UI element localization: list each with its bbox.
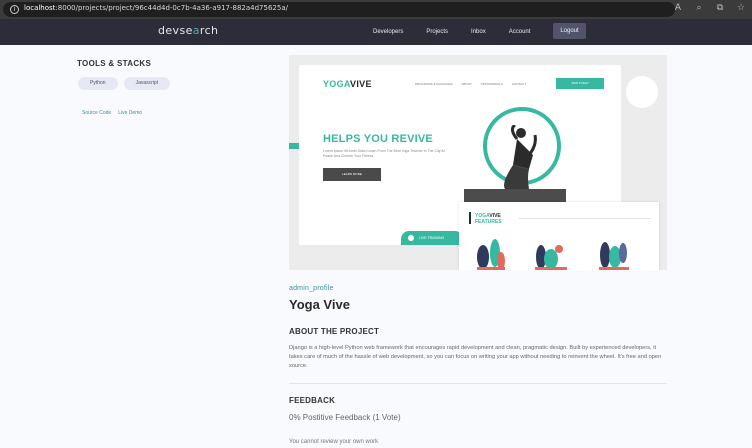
preview-learn-more-button: LEARN MORE	[323, 168, 381, 181]
yoga-figure-icon	[504, 125, 537, 189]
project-preview-image: YOGAVIVE PROGRAMS & PACKAGES ABOUT TESTI…	[289, 55, 667, 270]
decorative-circle	[626, 76, 658, 108]
live-demo-link[interactable]: Live Demo	[118, 110, 142, 116]
nav-account[interactable]: Account	[509, 29, 531, 35]
feedback-score: 0% Postitive Feedback (1 Vote)	[289, 413, 401, 422]
yoga-mat	[464, 189, 566, 203]
tag-javascript: Javascript	[123, 77, 171, 90]
preview-logo: YOGAVIVE	[323, 79, 372, 89]
features-divider	[519, 218, 651, 219]
preview-live-training: LIVE TRAINING	[401, 231, 463, 245]
nav-projects[interactable]: Projects	[426, 29, 448, 35]
preview-nav: PROGRAMS & PACKAGES ABOUT TESTIMONIALS C…	[415, 82, 526, 86]
section-divider	[289, 383, 667, 384]
preview-nav-item: PROGRAMS & PACKAGES	[415, 82, 453, 86]
project-links: Source Code Live Demo	[82, 110, 142, 116]
site-info-icon[interactable]: i	[10, 5, 19, 14]
site-logo[interactable]: devsearch	[158, 24, 218, 37]
tag-list: Python Javascript	[78, 77, 171, 90]
review-note: You cannot review your own work	[289, 439, 379, 445]
browser-toolbar: i localhost:8000/projects/project/96c44d…	[0, 0, 752, 19]
preview-subtext: Lorem ipsum lift Amet Sidon Learn From T…	[323, 149, 445, 158]
tools-stacks-heading: TOOLS & STACKS	[77, 59, 152, 68]
plant-illustration-icon	[477, 239, 505, 270]
preview-headline: HELPS YOU REVIVE	[323, 133, 433, 145]
preview-features-card: YOGAVIVE FEATURES	[459, 202, 659, 270]
zoom-icon[interactable]: ⌕	[694, 3, 704, 13]
app-header: devsearch Developers Projects Inbox Acco…	[0, 19, 752, 45]
nav-developers[interactable]: Developers	[373, 29, 403, 35]
user-icon	[408, 235, 414, 241]
favorites-icon[interactable]: ☆	[736, 3, 746, 13]
about-text: Django is a high-level Python web framew…	[289, 345, 662, 369]
address-bar[interactable]: i localhost:8000/projects/project/96c44d…	[3, 2, 675, 17]
project-owner-link[interactable]: admin_profile	[289, 285, 334, 292]
tag-python: Python	[78, 77, 118, 90]
preview-nav-item: ABOUT	[461, 82, 472, 86]
extensions-icon[interactable]: ⧉	[715, 3, 725, 13]
project-title: Yoga Vive	[289, 297, 350, 312]
leaves-illustration-icon	[599, 242, 629, 270]
read-aloud-icon[interactable]: A	[673, 3, 683, 13]
logout-button[interactable]: Logout	[553, 23, 586, 39]
features-title: YOGAVIVE FEATURES	[475, 213, 502, 225]
preview-nav-item: CONTACT	[511, 82, 527, 86]
features-bar	[469, 212, 471, 224]
nav-inbox[interactable]: Inbox	[471, 29, 486, 35]
feedback-heading: FEEDBACK	[289, 396, 336, 405]
main-nav: Developers Projects Inbox Account	[373, 19, 553, 45]
url-text[interactable]: localhost:8000/projects/project/96c44d4d…	[24, 4, 288, 12]
decorative-wave	[289, 143, 299, 149]
meditation-illustration-icon	[535, 245, 567, 270]
about-heading: ABOUT THE PROJECT	[289, 327, 380, 336]
preview-nav-item: TESTIMONIALS	[480, 82, 503, 86]
preview-join-button: JOIN TODAY	[556, 78, 604, 89]
source-code-link[interactable]: Source Code	[82, 110, 111, 116]
